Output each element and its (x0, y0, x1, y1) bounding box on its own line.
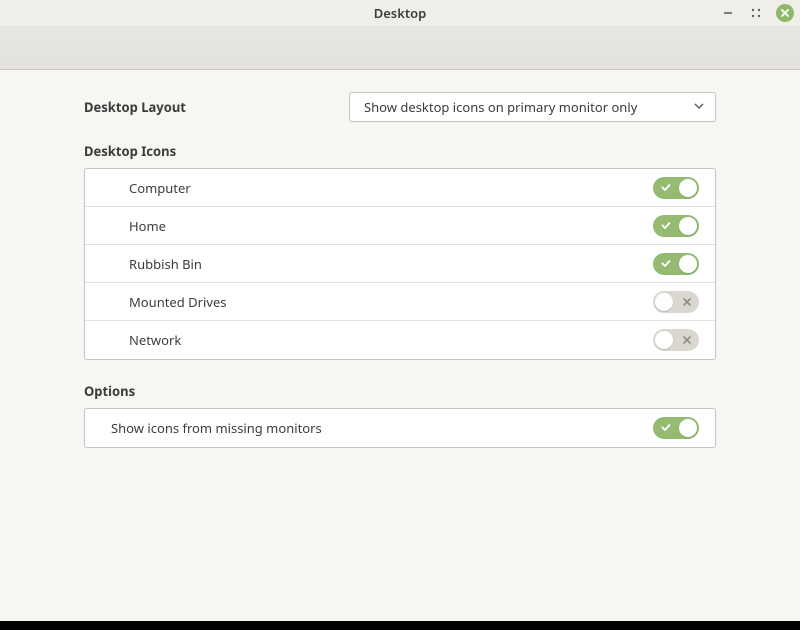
list-item: Computer (85, 169, 715, 207)
x-icon (683, 335, 691, 345)
toggle-rubbish-bin[interactable] (653, 253, 699, 275)
list-item: Show icons from missing monitors (85, 409, 715, 447)
desktop-icons-panel: Computer Home Rubbish Bin Mounted Drives Net… (84, 168, 716, 360)
toggle-show-icons-from-missing-monitors[interactable] (653, 417, 699, 439)
check-icon (661, 423, 671, 434)
toolbar (0, 26, 800, 70)
x-icon (683, 297, 691, 307)
list-item-label: Rubbish Bin (129, 255, 202, 273)
toggle-computer[interactable] (653, 177, 699, 199)
list-item: Home (85, 207, 715, 245)
window-title: Desktop (0, 4, 800, 22)
check-icon (661, 220, 671, 231)
minimize-button[interactable] (720, 5, 736, 21)
maximize-button[interactable] (748, 5, 764, 21)
options-panel: Show icons from missing monitors (84, 408, 716, 448)
toggle-home[interactable] (653, 215, 699, 237)
options-heading: Options (84, 382, 716, 400)
list-item: Rubbish Bin (85, 245, 715, 283)
desktop-settings-window: Desktop Deskto (0, 0, 800, 621)
list-item-label: Home (129, 217, 166, 235)
desktop-layout-select[interactable]: Show desktop icons on primary monitor on… (349, 92, 716, 122)
list-item: Mounted Drives (85, 283, 715, 321)
toggle-knob (679, 179, 697, 197)
toggle-knob (679, 419, 697, 437)
desktop-layout-row: Desktop Layout Show desktop icons on pri… (84, 92, 716, 122)
toggle-network[interactable] (653, 329, 699, 351)
close-button[interactable] (776, 4, 794, 22)
list-item-label: Mounted Drives (129, 293, 227, 311)
toggle-knob (655, 331, 673, 349)
list-item-label: Computer (129, 179, 191, 197)
desktop-layout-label: Desktop Layout (84, 98, 349, 116)
toggle-knob (655, 293, 673, 311)
toggle-knob (679, 255, 697, 273)
chevron-down-icon (693, 98, 705, 116)
check-icon (661, 182, 671, 193)
toggle-knob (679, 217, 697, 235)
list-item-label: Network (129, 331, 181, 349)
desktop-icons-heading: Desktop Icons (84, 142, 716, 160)
list-item-label: Show icons from missing monitors (111, 419, 322, 437)
toggle-mounted-drives[interactable] (653, 291, 699, 313)
titlebar: Desktop (0, 0, 800, 26)
content-area: Desktop Layout Show desktop icons on pri… (0, 70, 800, 621)
window-controls (720, 0, 794, 26)
list-item: Network (85, 321, 715, 359)
check-icon (661, 258, 671, 269)
desktop-layout-value: Show desktop icons on primary monitor on… (364, 98, 637, 116)
